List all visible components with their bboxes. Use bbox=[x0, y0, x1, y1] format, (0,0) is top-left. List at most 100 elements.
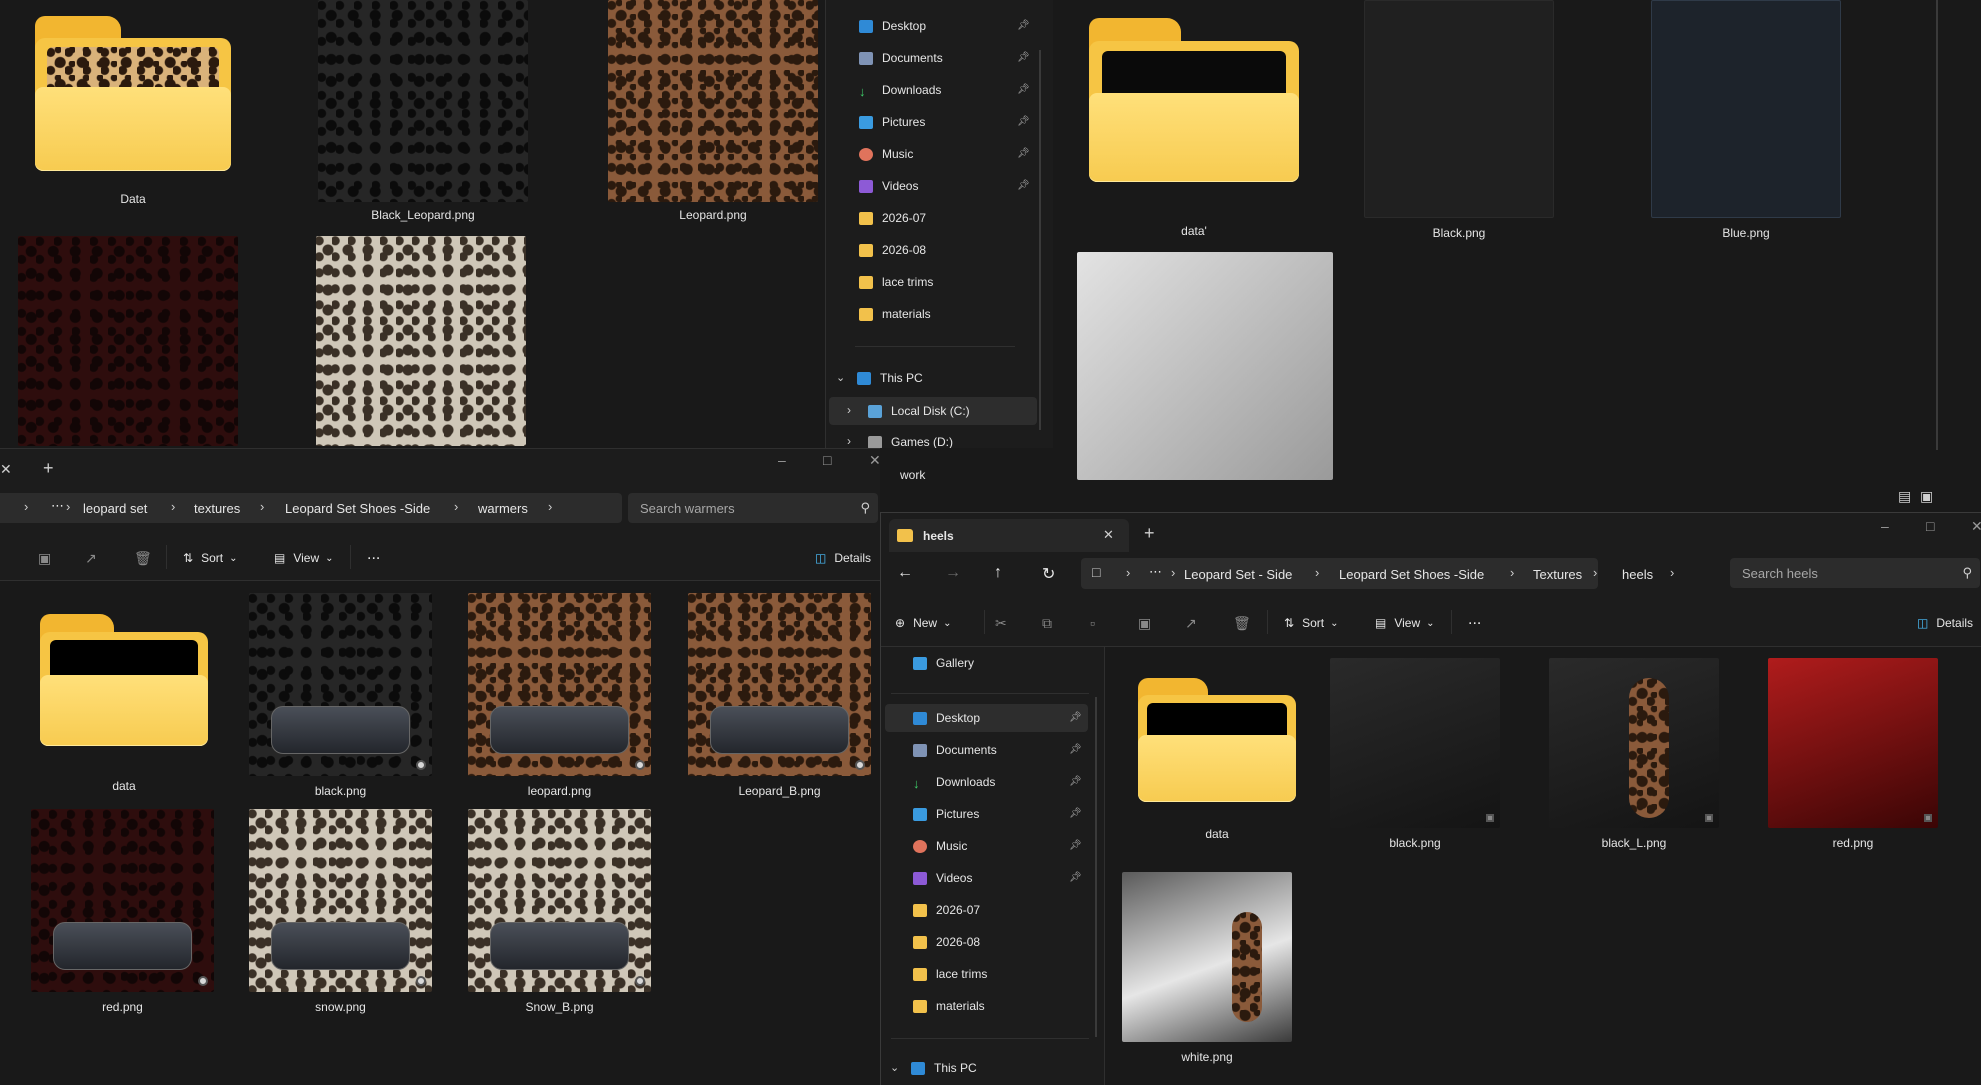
nav-music[interactable]: Music bbox=[913, 835, 967, 857]
file-blue[interactable]: Blue.png bbox=[1651, 0, 1841, 240]
breadcrumb-item[interactable]: Textures bbox=[1533, 567, 1582, 582]
nav-this-pc[interactable]: This PC bbox=[857, 367, 923, 389]
chevron-down-icon[interactable]: ⌄ bbox=[836, 371, 845, 384]
breadcrumb-item[interactable]: Leopard Set - Side bbox=[1184, 567, 1292, 582]
new-button[interactable]: ⊕ New ⌄ bbox=[895, 616, 951, 630]
file-black-leopard[interactable]: Black_Leopard.png bbox=[318, 0, 528, 222]
file-white-uv[interactable] bbox=[1077, 252, 1333, 488]
nav-local-disk[interactable]: Local Disk (C:) bbox=[868, 400, 970, 422]
nav-games[interactable]: Games (D:) bbox=[868, 431, 953, 448]
file-snow[interactable]: snow.png bbox=[249, 809, 432, 1014]
view-button[interactable]: ▤ View ⌄ bbox=[274, 551, 334, 565]
more-breadcrumbs-icon[interactable]: ⋯ bbox=[1149, 564, 1162, 580]
image-thumbnail bbox=[1122, 872, 1292, 1042]
minimize-button[interactable]: – bbox=[778, 452, 786, 468]
copy-icon[interactable]: ⧉ bbox=[1042, 615, 1052, 632]
tiles-view-icon[interactable]: ▣ bbox=[1920, 488, 1933, 505]
nav-downloads[interactable]: ↓ Downloads bbox=[859, 79, 941, 101]
nav-2026-07[interactable]: 2026-07 bbox=[859, 207, 926, 229]
cut-icon[interactable]: ✂ bbox=[995, 615, 1007, 632]
file-leopard[interactable]: Leopard.png bbox=[608, 0, 818, 222]
rename-icon[interactable]: ▣ bbox=[1138, 615, 1151, 632]
nav-videos[interactable]: Videos bbox=[913, 867, 972, 889]
nav-documents[interactable]: Documents bbox=[859, 47, 943, 69]
file-red[interactable]: red.png bbox=[31, 809, 214, 1014]
nav-documents[interactable]: Documents bbox=[913, 739, 997, 761]
nav-gallery[interactable]: Gallery bbox=[913, 652, 974, 674]
minimize-button[interactable]: – bbox=[1881, 518, 1889, 534]
maximize-button[interactable]: □ bbox=[1926, 518, 1934, 534]
nav-lace-trims[interactable]: lace trims bbox=[913, 963, 987, 985]
file-red[interactable]: red.png bbox=[1768, 658, 1938, 850]
file-red-partial[interactable] bbox=[18, 236, 238, 448]
close-tab-icon[interactable]: ✕ bbox=[0, 461, 12, 478]
rename-icon[interactable]: ▣ bbox=[38, 550, 51, 567]
details-button[interactable]: ◫ Details bbox=[1917, 616, 1973, 630]
nav-pictures[interactable]: Pictures bbox=[859, 111, 925, 133]
file-leopard[interactable]: leopard.png bbox=[468, 593, 651, 798]
nav-desktop[interactable]: Desktop bbox=[859, 15, 926, 37]
nav-this-pc[interactable]: This PC bbox=[911, 1057, 977, 1079]
close-tab-icon[interactable]: ✕ bbox=[1103, 527, 1114, 543]
back-button[interactable]: ← bbox=[897, 564, 913, 582]
share-icon[interactable]: ↗ bbox=[85, 550, 97, 567]
file-black[interactable]: Black.png bbox=[1364, 0, 1554, 240]
view-button[interactable]: ▤ View ⌄ bbox=[1375, 616, 1435, 630]
nav-videos[interactable]: Videos bbox=[859, 175, 918, 197]
new-tab-button[interactable]: + bbox=[43, 458, 54, 479]
details-button[interactable]: ◫ Details bbox=[815, 551, 871, 565]
file-snow-partial[interactable] bbox=[316, 236, 526, 448]
more-breadcrumbs-icon[interactable]: ⋯ bbox=[51, 498, 64, 514]
file-black[interactable]: black.png bbox=[249, 593, 432, 798]
nav-music[interactable]: Music bbox=[859, 143, 913, 165]
maximize-button[interactable]: □ bbox=[823, 452, 831, 468]
folder-data[interactable]: data bbox=[40, 614, 208, 793]
new-tab-button[interactable]: + bbox=[1144, 523, 1155, 544]
share-icon[interactable]: ↗ bbox=[1185, 615, 1197, 632]
breadcrumb-item[interactable]: heels bbox=[1622, 567, 1653, 582]
more-options-button[interactable]: ... bbox=[1468, 611, 1481, 629]
nav-2026-08[interactable]: 2026-08 bbox=[913, 931, 980, 953]
nav-2026-08[interactable]: 2026-08 bbox=[859, 239, 926, 261]
sort-button[interactable]: ⇅ Sort ⌄ bbox=[183, 551, 237, 565]
delete-icon[interactable]: 🗑︎ bbox=[1233, 615, 1251, 632]
list-view-icon[interactable]: ▤ bbox=[1898, 488, 1911, 505]
search-input[interactable]: Search heels ⚲ bbox=[1730, 558, 1980, 588]
nav-desktop[interactable]: Desktop bbox=[913, 707, 980, 729]
file-black-l[interactable]: black_L.png bbox=[1549, 658, 1719, 850]
nav-materials[interactable]: materials bbox=[913, 995, 985, 1017]
nav-pictures[interactable]: Pictures bbox=[913, 803, 979, 825]
file-white[interactable]: white.png bbox=[1122, 872, 1292, 1064]
nav-lace-trims[interactable]: lace trims bbox=[859, 271, 933, 293]
breadcrumb-item[interactable]: textures bbox=[194, 501, 240, 516]
breadcrumb-item[interactable]: leopard set bbox=[83, 501, 147, 516]
image-thumbnail bbox=[608, 0, 818, 202]
close-window-button[interactable]: ✕ bbox=[1971, 518, 1981, 535]
folder-data-prime[interactable]: data' bbox=[1089, 18, 1299, 238]
file-black[interactable]: black.png bbox=[1330, 658, 1500, 850]
chevron-right-icon[interactable]: › bbox=[847, 434, 851, 448]
chevron-down-icon[interactable]: ⌄ bbox=[890, 1061, 899, 1074]
sort-button[interactable]: ⇅ Sort ⌄ bbox=[1284, 616, 1338, 630]
nav-downloads[interactable]: ↓ Downloads bbox=[913, 771, 995, 793]
up-button[interactable]: ↑ bbox=[994, 564, 1002, 582]
nav-2026-07[interactable]: 2026-07 bbox=[913, 899, 980, 921]
breadcrumb-item[interactable]: warmers bbox=[478, 501, 528, 516]
paste-icon[interactable]: ▫ bbox=[1090, 615, 1095, 631]
file-snow-b[interactable]: Snow_B.png bbox=[468, 809, 651, 1014]
close-window-button[interactable]: ✕ bbox=[869, 452, 880, 469]
file-label: red.png bbox=[102, 1000, 143, 1014]
more-options-button[interactable]: ... bbox=[367, 546, 380, 564]
breadcrumb-item[interactable]: Leopard Set Shoes -Side bbox=[1339, 567, 1484, 582]
nav-materials[interactable]: materials bbox=[859, 303, 931, 325]
refresh-button[interactable]: ↻ bbox=[1042, 564, 1055, 584]
nav-work[interactable]: work bbox=[900, 468, 925, 482]
forward-button[interactable]: → bbox=[945, 564, 961, 582]
folder-data[interactable]: Data bbox=[33, 16, 233, 206]
folder-data[interactable]: data bbox=[1138, 678, 1296, 841]
chevron-right-icon[interactable]: › bbox=[847, 403, 851, 417]
file-leopard-b[interactable]: Leopard_B.png bbox=[688, 593, 871, 798]
breadcrumb-item[interactable]: Leopard Set Shoes -Side bbox=[285, 501, 430, 516]
delete-icon[interactable]: 🗑︎ bbox=[134, 550, 152, 567]
search-input[interactable]: Search warmers ⚲ bbox=[628, 493, 878, 523]
